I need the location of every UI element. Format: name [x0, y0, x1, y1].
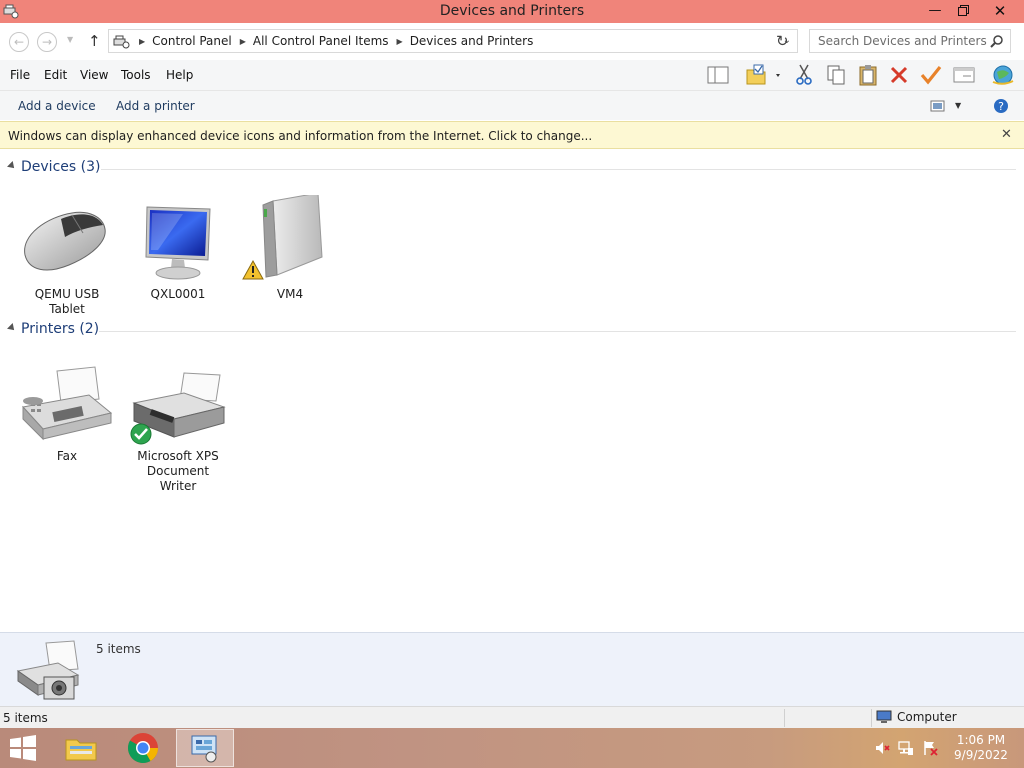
- volume-muted-icon[interactable]: [874, 740, 890, 756]
- devices-group-title: Devices (3): [21, 159, 101, 175]
- details-item-count: 5 items: [96, 642, 141, 656]
- breadcrumb-control-panel[interactable]: Control Panel: [152, 34, 232, 48]
- action-center-icon[interactable]: [922, 740, 938, 756]
- device-item[interactable]: QEMU USB Tablet: [17, 195, 117, 317]
- device-item[interactable]: VM4: [240, 192, 340, 302]
- help-icon[interactable]: ?: [993, 98, 1009, 117]
- delete-icon[interactable]: [886, 63, 912, 87]
- refresh-button[interactable]: ↻: [776, 32, 789, 50]
- default-check-icon: [130, 423, 152, 445]
- printers-group-title: Printers (2): [21, 321, 100, 337]
- device-label: VM4: [276, 287, 304, 301]
- svg-text:?: ?: [998, 100, 1004, 113]
- forward-button[interactable]: →: [37, 32, 57, 52]
- devices-divider: [101, 169, 1016, 170]
- device-label: QXL0001: [150, 287, 206, 301]
- device-label: QEMU USB Tablet: [34, 287, 100, 316]
- minimize-button[interactable]: —: [920, 0, 950, 21]
- menu-help[interactable]: Help: [166, 68, 193, 82]
- title-bar[interactable]: Devices and Printers — ✕: [0, 0, 1024, 23]
- file-explorer-taskbar-button[interactable]: [52, 729, 110, 767]
- recent-pages-dropdown[interactable]: ▼: [67, 35, 73, 44]
- computer-icon: [876, 710, 892, 723]
- devices-group-header[interactable]: Devices (3): [0, 157, 1024, 179]
- properties-check-icon[interactable]: [918, 63, 944, 87]
- breadcrumb-all-items[interactable]: All Control Panel Items: [253, 34, 389, 48]
- fax-icon: [22, 366, 113, 441]
- file-explorer-icon: [65, 739, 97, 761]
- network-icon[interactable]: [898, 740, 914, 756]
- status-location: Computer: [876, 710, 957, 724]
- chrome-taskbar-button[interactable]: [114, 729, 172, 767]
- printer-item[interactable]: Fax: [17, 357, 117, 464]
- information-bar-message[interactable]: Windows can display enhanced device icon…: [8, 129, 592, 143]
- collapse-devices-icon[interactable]: [7, 161, 17, 171]
- layout-icon[interactable]: [705, 63, 731, 87]
- add-device-button[interactable]: Add a device: [18, 99, 96, 113]
- close-infobar-icon[interactable]: ✕: [1001, 127, 1012, 142]
- start-button[interactable]: [0, 729, 46, 767]
- search-input[interactable]: Search Devices and Printers: [809, 29, 1011, 53]
- command-bar: Add a device Add a printer ▼ ?: [0, 90, 1024, 120]
- menu-tools[interactable]: Tools: [121, 68, 151, 82]
- warning-icon: [242, 260, 264, 280]
- view-options-dropdown[interactable]: ▼: [955, 101, 961, 110]
- printer-item[interactable]: Microsoft XPS Document Writer: [128, 357, 228, 494]
- details-pane: 5 items: [0, 632, 1024, 706]
- address-bar[interactable]: ▶ Control Panel ▶ All Control Panel Item…: [108, 29, 798, 53]
- control-panel-taskbar-button[interactable]: [176, 729, 234, 767]
- search-icon[interactable]: [990, 34, 1004, 48]
- cut-icon[interactable]: [791, 63, 817, 87]
- control-panel-icon: [113, 35, 130, 49]
- clock-time: 1:06 PM: [956, 733, 1006, 747]
- address-row: ← → ▼ ↑ ▶ Control Panel ▶ All Control Pa…: [0, 23, 1024, 60]
- device-item[interactable]: QXL0001: [128, 195, 228, 302]
- windows-logo-icon: [10, 735, 36, 761]
- menu-view[interactable]: View: [80, 68, 108, 82]
- mouse-icon: [24, 211, 106, 271]
- restore-icon: [957, 5, 969, 16]
- breadcrumb-devices-printers[interactable]: Devices and Printers: [410, 34, 534, 48]
- up-button[interactable]: ↑: [88, 32, 101, 50]
- menu-edit[interactable]: Edit: [44, 68, 67, 82]
- menu-bar: File Edit View Tools Help: [0, 60, 1024, 90]
- restore-button[interactable]: [950, 0, 976, 21]
- taskbar-clock[interactable]: 1:06 PM 9/9/2022: [950, 733, 1012, 763]
- copy-icon[interactable]: [823, 63, 849, 87]
- menu-file[interactable]: File: [10, 68, 30, 82]
- taskbar: 1:06 PM 9/9/2022: [0, 728, 1024, 768]
- window-icon[interactable]: [951, 63, 977, 87]
- breadcrumb-separator[interactable]: ▶: [139, 37, 145, 46]
- status-divider: [871, 709, 872, 727]
- information-bar[interactable]: Windows can display enhanced device icon…: [0, 121, 1024, 149]
- status-divider: [784, 709, 785, 727]
- status-location-label: Computer: [897, 710, 957, 724]
- status-bar: 5 items Computer: [0, 706, 1024, 728]
- monitor-icon: [145, 206, 211, 280]
- breadcrumb-separator[interactable]: ▶: [397, 37, 403, 46]
- printer-label: Fax: [56, 449, 78, 463]
- search-placeholder: Search Devices and Printers: [818, 34, 987, 48]
- close-button[interactable]: ✕: [978, 0, 1022, 21]
- control-panel-icon: [191, 735, 217, 763]
- printer-camera-icon: [16, 640, 80, 700]
- collapse-printers-icon[interactable]: [7, 323, 17, 333]
- status-item-count: 5 items: [3, 711, 48, 725]
- chrome-icon: [127, 733, 158, 764]
- clock-date: 9/9/2022: [954, 748, 1008, 762]
- change-view-icon[interactable]: [930, 99, 946, 116]
- window-title: Devices and Printers: [439, 3, 585, 19]
- internet-icon[interactable]: [990, 63, 1016, 87]
- back-button[interactable]: ←: [9, 32, 29, 52]
- printers-group-header[interactable]: Printers (2): [0, 319, 1024, 341]
- add-printer-button[interactable]: Add a printer: [116, 99, 195, 113]
- printer-label: Microsoft XPS Document Writer: [137, 449, 219, 493]
- paste-icon[interactable]: [855, 63, 881, 87]
- printers-divider: [99, 331, 1016, 332]
- breadcrumb-separator[interactable]: ▶: [240, 37, 246, 46]
- folder-options-icon[interactable]: [744, 63, 784, 87]
